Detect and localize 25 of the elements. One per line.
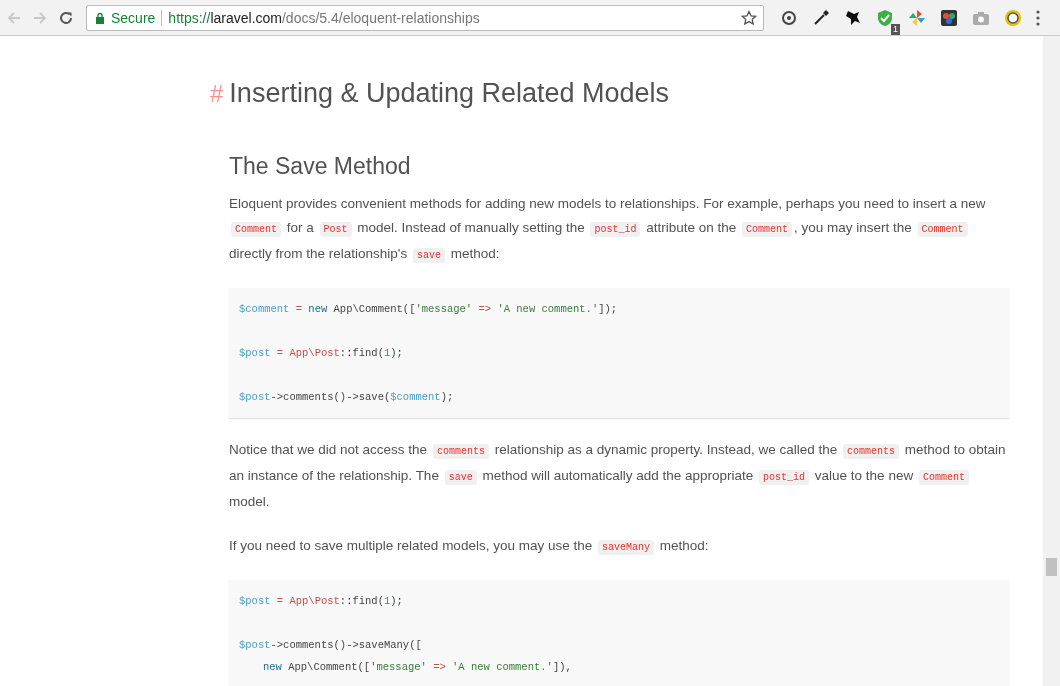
code-line: $post = App\Post::find(1);: [239, 594, 404, 609]
address-bar[interactable]: Secure https://laravel.com/docs/5.4/eloquent-relationships: [86, 4, 764, 31]
code-line: $post = App\Post::find(1);: [239, 346, 404, 361]
code-line: new App\Comment(['message' => 'A new comment.']),: [262, 660, 573, 675]
secure-label: Secure: [111, 9, 156, 26]
url-text: https://laravel.com/docs/5.4/eloquent-relationships: [168, 9, 481, 26]
extension-badge: 1: [891, 23, 900, 35]
code-line: $post->comments()->save($comment);: [239, 390, 455, 405]
scrollbar-thumb[interactable]: [1046, 558, 1057, 576]
shield-check-icon[interactable]: [876, 8, 894, 27]
scrollbar[interactable]: [1043, 36, 1060, 686]
lock-icon: [95, 11, 105, 24]
paragraph: Eloquent provides convenient methods for adding new models to relationships. For example, perhaps you need to insert a new Comment for a Post model. Instead of manually setting the post_id attribute on the Comment , you may insert the Comment directly from the relationship's save method:: [229, 195, 987, 265]
code-line: $post->comments()->saveMany([: [239, 638, 423, 653]
reload-icon[interactable]: [58, 9, 74, 26]
paragraph: Notice that we did not access the comments relationship as a dynamic property. Instead, we called the comments method to obtain an instance of the relationship. The save method will automatically add the appropriate post_id value to the new Comment model.: [229, 441, 1007, 511]
page-title: Inserting & Updating Related Models: [229, 78, 670, 109]
code-line: $comment = new App\Comment(['message' => 'A new comment.']);: [239, 302, 619, 317]
coin-icon[interactable]: [1004, 8, 1022, 27]
star-icon[interactable]: [741, 9, 757, 26]
menu-icon[interactable]: [1036, 9, 1040, 26]
eyedropper-icon[interactable]: [812, 8, 830, 27]
paragraph: If you need to save multiple related models, you may use the saveMany method:: [229, 537, 710, 557]
section-heading: The Save Method: [229, 153, 412, 180]
pinwheel-icon[interactable]: [908, 8, 926, 27]
